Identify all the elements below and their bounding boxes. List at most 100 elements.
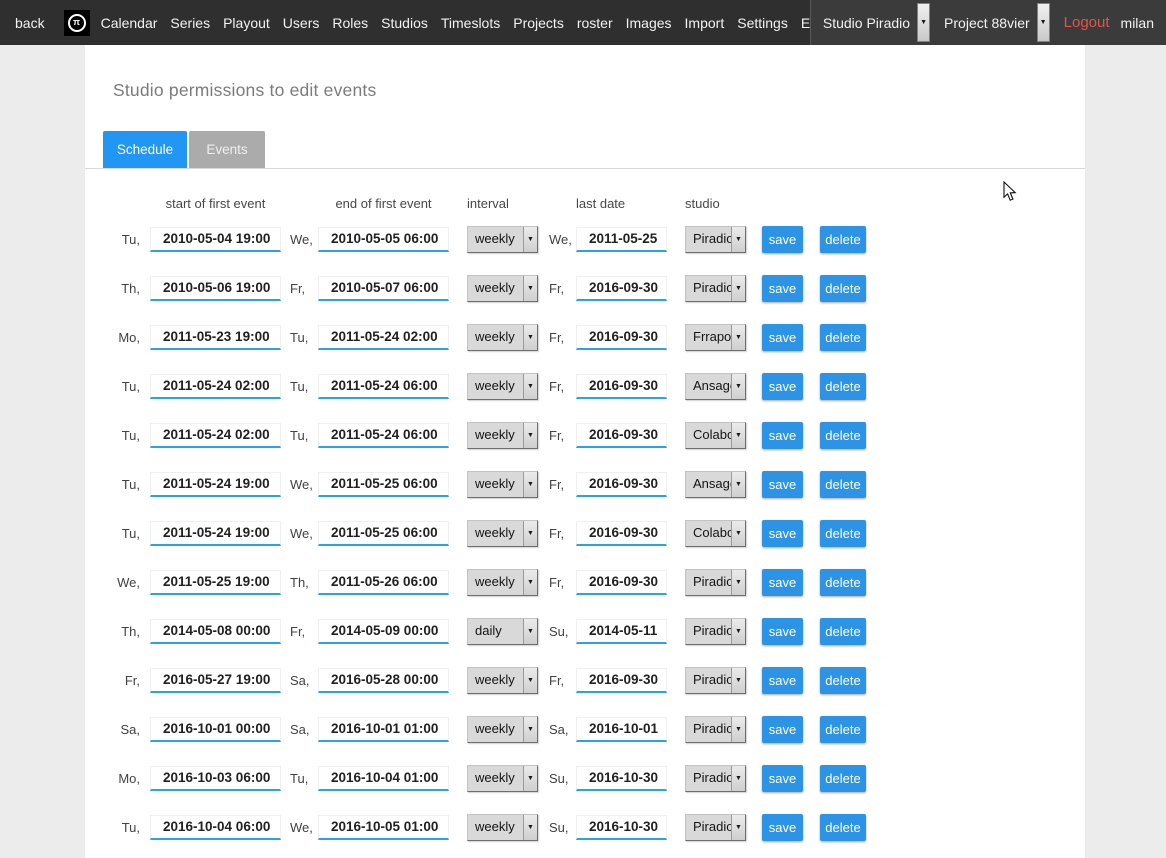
save-button[interactable]: save xyxy=(762,324,803,351)
chevron-down-icon[interactable]: ▼ xyxy=(523,570,537,595)
nav-item-settings[interactable]: Settings xyxy=(737,15,788,31)
end-datetime-input[interactable] xyxy=(318,276,449,301)
last-date-input[interactable] xyxy=(576,668,667,693)
last-date-input[interactable] xyxy=(576,423,667,448)
interval-select[interactable]: weekly ▼ xyxy=(467,275,538,302)
last-date-input[interactable] xyxy=(576,472,667,497)
start-datetime-input[interactable] xyxy=(150,472,281,497)
save-button[interactable]: save xyxy=(762,471,803,498)
chevron-down-icon[interactable]: ▼ xyxy=(731,423,745,448)
interval-select[interactable]: weekly ▼ xyxy=(467,716,538,743)
last-date-input[interactable] xyxy=(576,570,667,595)
chevron-down-icon[interactable]: ▼ xyxy=(917,3,930,42)
chevron-down-icon[interactable]: ▼ xyxy=(523,668,537,693)
back-link[interactable]: back xyxy=(0,15,55,31)
nav-item-playout[interactable]: Playout xyxy=(223,15,270,31)
start-datetime-input[interactable] xyxy=(150,325,281,350)
chevron-down-icon[interactable]: ▼ xyxy=(523,521,537,546)
save-button[interactable]: save xyxy=(762,226,803,253)
studio-nav-select[interactable]: Studio Piradio ▼ xyxy=(817,2,930,43)
save-button[interactable]: save xyxy=(762,520,803,547)
start-datetime-input[interactable] xyxy=(150,766,281,791)
start-datetime-input[interactable] xyxy=(150,521,281,546)
end-datetime-input[interactable] xyxy=(318,227,449,252)
delete-button[interactable]: delete xyxy=(820,275,866,302)
chevron-down-icon[interactable]: ▼ xyxy=(731,276,745,301)
chevron-down-icon[interactable]: ▼ xyxy=(731,521,745,546)
last-date-input[interactable] xyxy=(576,227,667,252)
nav-item-studios[interactable]: Studios xyxy=(381,15,428,31)
end-datetime-input[interactable] xyxy=(318,766,449,791)
interval-select[interactable]: weekly ▼ xyxy=(467,226,538,253)
studio-select[interactable]: Piradio ▼ xyxy=(685,275,746,302)
chevron-down-icon[interactable]: ▼ xyxy=(523,374,537,399)
nav-item-roster[interactable]: roster xyxy=(577,15,613,31)
project-nav-select[interactable]: Project 88vier ▼ xyxy=(938,2,1050,43)
interval-select[interactable]: weekly ▼ xyxy=(467,373,538,400)
save-button[interactable]: save xyxy=(762,667,803,694)
interval-select[interactable]: weekly ▼ xyxy=(467,667,538,694)
start-datetime-input[interactable] xyxy=(150,276,281,301)
last-date-input[interactable] xyxy=(576,325,667,350)
studio-select[interactable]: Piradio ▼ xyxy=(685,716,746,743)
end-datetime-input[interactable] xyxy=(318,472,449,497)
studio-select[interactable]: Colabo ▼ xyxy=(685,520,746,547)
end-datetime-input[interactable] xyxy=(318,815,449,840)
chevron-down-icon[interactable]: ▼ xyxy=(523,276,537,301)
chevron-down-icon[interactable]: ▼ xyxy=(731,668,745,693)
studio-select[interactable]: Ansage ▼ xyxy=(685,471,746,498)
last-date-input[interactable] xyxy=(576,619,667,644)
end-datetime-input[interactable] xyxy=(318,619,449,644)
save-button[interactable]: save xyxy=(762,569,803,596)
studio-select[interactable]: Piradio ▼ xyxy=(685,765,746,792)
studio-select[interactable]: Piradio ▼ xyxy=(685,814,746,841)
chevron-down-icon[interactable]: ▼ xyxy=(731,619,745,644)
tab-events[interactable]: Events xyxy=(189,131,265,168)
save-button[interactable]: save xyxy=(762,422,803,449)
nav-item-calendar[interactable]: Calendar xyxy=(101,15,158,31)
logout-link[interactable]: Logout xyxy=(1064,14,1110,31)
delete-button[interactable]: delete xyxy=(820,226,866,253)
chevron-down-icon[interactable]: ▼ xyxy=(731,325,745,350)
last-date-input[interactable] xyxy=(576,276,667,301)
chevron-down-icon[interactable]: ▼ xyxy=(523,423,537,448)
start-datetime-input[interactable] xyxy=(150,668,281,693)
save-button[interactable]: save xyxy=(762,275,803,302)
save-button[interactable]: save xyxy=(762,814,803,841)
last-date-input[interactable] xyxy=(576,815,667,840)
interval-select[interactable]: weekly ▼ xyxy=(467,765,538,792)
studio-select[interactable]: Piradio ▼ xyxy=(685,226,746,253)
delete-button[interactable]: delete xyxy=(820,422,866,449)
last-date-input[interactable] xyxy=(576,521,667,546)
start-datetime-input[interactable] xyxy=(150,374,281,399)
studio-select[interactable]: Ansage ▼ xyxy=(685,373,746,400)
delete-button[interactable]: delete xyxy=(820,373,866,400)
nav-item-users[interactable]: Users xyxy=(283,15,320,31)
delete-button[interactable]: delete xyxy=(820,618,866,645)
interval-select[interactable]: weekly ▼ xyxy=(467,471,538,498)
nav-item-roles[interactable]: Roles xyxy=(332,15,368,31)
studio-select[interactable]: Piradio ▼ xyxy=(685,569,746,596)
nav-item-errors[interactable]: Errors xyxy=(801,15,810,31)
last-date-input[interactable] xyxy=(576,374,667,399)
nav-item-timeslots[interactable]: Timeslots xyxy=(441,15,500,31)
end-datetime-input[interactable] xyxy=(318,374,449,399)
start-datetime-input[interactable] xyxy=(150,815,281,840)
delete-button[interactable]: delete xyxy=(820,324,866,351)
chevron-down-icon[interactable]: ▼ xyxy=(731,374,745,399)
delete-button[interactable]: delete xyxy=(820,765,866,792)
chevron-down-icon[interactable]: ▼ xyxy=(731,472,745,497)
end-datetime-input[interactable] xyxy=(318,570,449,595)
delete-button[interactable]: delete xyxy=(820,814,866,841)
piradio-logo-icon[interactable]: π xyxy=(64,10,90,36)
studio-select[interactable]: Colabo ▼ xyxy=(685,422,746,449)
interval-select[interactable]: weekly ▼ xyxy=(467,569,538,596)
delete-button[interactable]: delete xyxy=(820,471,866,498)
chevron-down-icon[interactable]: ▼ xyxy=(731,717,745,742)
tab-schedule[interactable]: Schedule xyxy=(103,131,187,168)
start-datetime-input[interactable] xyxy=(150,619,281,644)
chevron-down-icon[interactable]: ▼ xyxy=(1037,3,1050,42)
chevron-down-icon[interactable]: ▼ xyxy=(731,570,745,595)
chevron-down-icon[interactable]: ▼ xyxy=(731,815,745,840)
interval-select[interactable]: daily ▼ xyxy=(467,618,538,645)
